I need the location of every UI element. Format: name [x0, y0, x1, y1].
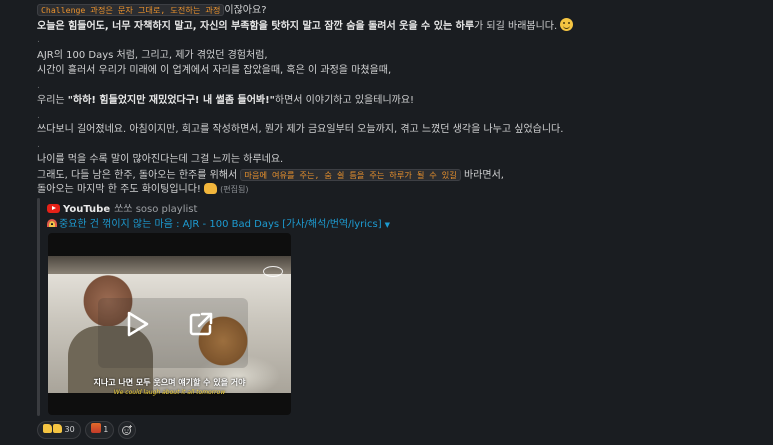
thumbnail-overlay — [98, 298, 248, 368]
inline-code: Challenge 과정은 문자 그대로, 도전하는 과정 — [37, 4, 225, 16]
smile-emoji-icon — [560, 18, 574, 31]
subtitle-english: We could laugh about it all tomorrow — [113, 389, 226, 396]
spacer-dot: . — [37, 35, 40, 45]
unfurl-source: YouTube 쏘쏘 soso playlist — [47, 200, 197, 215]
service-name: YouTube — [63, 204, 111, 215]
unfurl-bar — [37, 198, 40, 416]
add-reaction-button[interactable] — [118, 421, 137, 439]
spacer-dot: . — [37, 81, 40, 91]
video-thumbnail[interactable]: 지나고 나면 모두 웃으며 얘기할 수 있을 거야 We could laugh… — [48, 233, 291, 415]
bold-text: 오늘은 힘들어도, 너무 자책하지 말고, 자신의 부족함을 탓하지 말고 잠깐… — [37, 21, 475, 32]
author-name[interactable]: 쏘쏘 soso playlist — [114, 204, 197, 215]
reaction-fire[interactable]: 1 — [84, 421, 115, 439]
message-text: 하면서 이야기하고 있을테니까요! — [274, 95, 415, 106]
channel-logo-icon — [263, 266, 283, 277]
message-text: 그래도, 다들 남은 한주, 돌아오는 한주를 위해서 — [37, 170, 241, 181]
fire-icon — [90, 423, 101, 433]
reaction-count: 1 — [103, 425, 109, 434]
reaction-thumbs-up[interactable]: 30 — [37, 421, 81, 439]
reactions-bar: 30 1 — [37, 421, 137, 439]
edited-label: (편집됨) — [220, 185, 249, 194]
message-line-2: 오늘은 힘들어도, 너무 자책하지 말고, 자신의 부족함을 탓하지 말고 잠깐… — [37, 18, 574, 34]
message-line-1: Challenge 과정은 문자 그대로, 도전하는 과정 이잖아요? — [37, 3, 267, 18]
message-text: 우리는 — [37, 95, 68, 106]
play-button-icon[interactable] — [123, 310, 151, 338]
message-text: 바라면서, — [460, 170, 504, 181]
message-text: 이잖아요? — [224, 5, 267, 16]
message-line-7: 우리는 "하하! 힘들었지만 재밌었다구! 내 썰좀 들어봐!"하면서 이야기하… — [37, 94, 414, 108]
video-still-image: 지나고 나면 모두 웃으며 얘기할 수 있을 거야 We could laugh… — [48, 256, 291, 396]
message-line-12: 그래도, 다들 남은 한주, 돌아오는 한주를 위해서 마음에 여유를 주는, … — [37, 168, 504, 183]
chevron-down-icon[interactable]: ▼ — [385, 221, 390, 229]
youtube-icon — [47, 204, 60, 213]
bold-text: "하하! 힘들었지만 재밌었다구! 내 썰좀 들어봐!" — [67, 95, 275, 106]
video-title-link[interactable]: 중요한 건 꺾이지 않는 마음 : AJR - 100 Bad Days [가사… — [47, 215, 390, 230]
message-text: 가 되길 바래봅니다. — [474, 21, 558, 32]
add-emoji-icon — [122, 425, 133, 435]
message-line-13: 돌아오는 마지막 한 주도 화이팅입니다! (편집됨) — [37, 183, 248, 197]
message-line-4: AJR의 100 Days 처럼, 그리고, 제가 겪었던 경험처럼, — [37, 50, 268, 61]
message-line-11: 나이를 먹을 수록 말이 많아진다는데 그걸 느끼는 하루네요. — [37, 154, 284, 165]
spacer-dot: . — [37, 140, 40, 150]
message-line-5: 시간이 흘러서 우리가 미래에 이 업계에서 자리를 잡았을때, 혹은 이 과정… — [37, 65, 392, 76]
message-text: 돌아오는 마지막 한 주도 화이팅입니다! — [37, 184, 201, 195]
rainbow-emoji-icon — [47, 219, 57, 227]
open-external-icon[interactable] — [187, 310, 215, 338]
subtitle-korean: 지나고 나면 모두 웃으며 얘기할 수 있을 거야 — [93, 378, 246, 387]
spacer-dot: . — [37, 111, 40, 121]
video-title[interactable]: 중요한 건 꺾이지 않는 마음 : AJR - 100 Bad Days [가사… — [59, 219, 382, 230]
thumbs-up-icon — [43, 424, 52, 433]
reaction-count: 30 — [64, 425, 75, 434]
inline-code: 마음에 여유를 주는, 숨 쉴 틈을 주는 하루가 될 수 있길 — [240, 169, 461, 181]
message-line-9: 쓰다보니 길어졌네요. 아침이지만, 회고를 작성하면서, 뭔가 제가 금요일부… — [37, 124, 564, 135]
fist-emoji-icon — [204, 183, 218, 194]
thumbs-up-icon — [53, 424, 62, 433]
